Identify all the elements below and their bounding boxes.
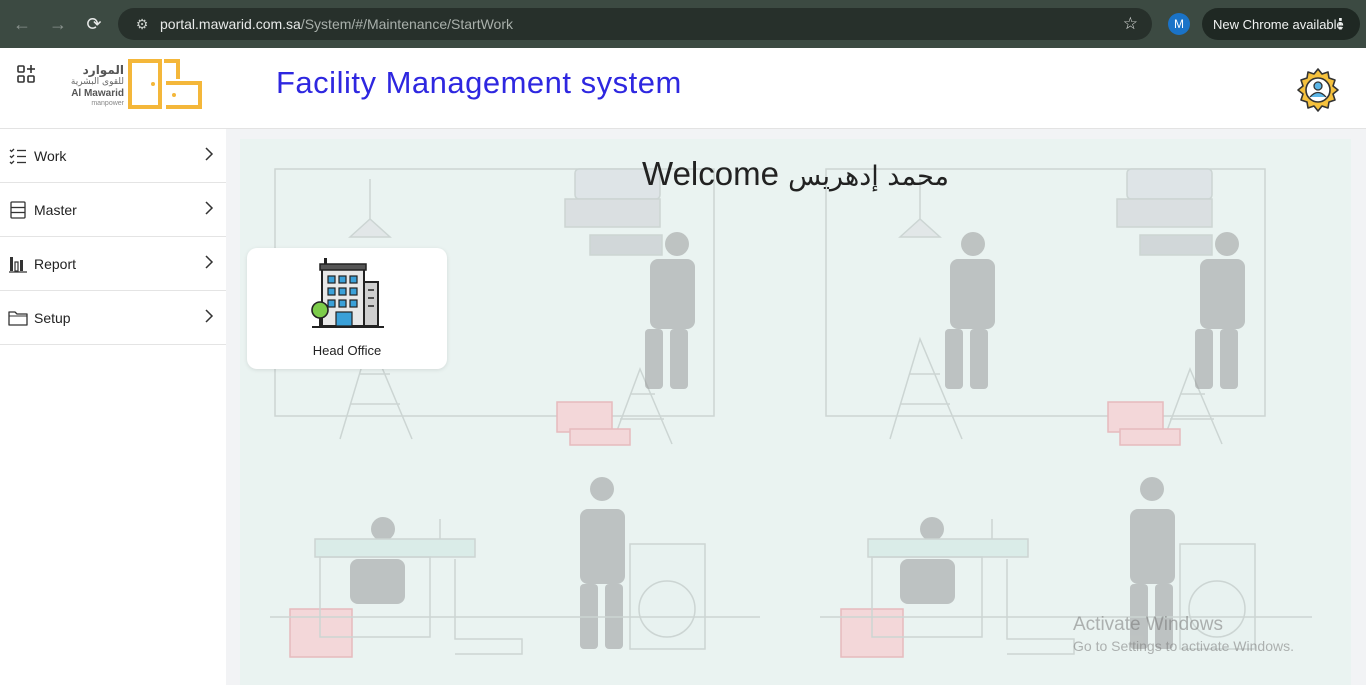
url-text[interactable]: portal.mawarid.com.sa/System/#/Maintenan… (160, 16, 513, 32)
sidebar-item-work[interactable]: Work (0, 129, 226, 183)
forward-arrow-icon[interactable]: → (44, 10, 72, 38)
profile-avatar[interactable]: M (1168, 13, 1190, 35)
welcome-heading: Welcome محمد إدهريس (642, 155, 949, 192)
site-info-icon[interactable]: ⚙ (128, 16, 156, 33)
chevron-right-icon (205, 255, 214, 269)
page-title: Facility Management system (276, 65, 682, 100)
app-header: الموارد للقوى البشرية Al Mawarid manpowe… (0, 48, 1366, 129)
chevron-right-icon (205, 309, 214, 323)
address-bar[interactable]: ⚙ portal.mawarid.com.sa/System/#/Mainten… (118, 8, 1152, 40)
chevron-right-icon (205, 147, 214, 161)
sidebar-item-report[interactable]: Report (0, 237, 226, 291)
location-card-label: Head Office (312, 343, 382, 358)
sidebar-item-label: Work (34, 147, 67, 164)
logo-arabic-subtitle: للقوى البشرية (70, 77, 124, 87)
bar-chart-icon (9, 256, 27, 273)
user-name: محمد إدهريس (788, 161, 949, 192)
logo-english-name: Al Mawarid (71, 88, 124, 99)
more-menu-icon[interactable]: ⋮ (1333, 15, 1348, 33)
sidebar-item-setup[interactable]: Setup (0, 291, 226, 345)
main-content: Welcome محمد إدهريس Head Office (240, 139, 1351, 685)
logo-arabic-name: الموارد (82, 63, 124, 77)
chevron-right-icon (205, 201, 214, 215)
reload-icon[interactable]: ⟳ (80, 10, 108, 38)
back-arrow-icon[interactable]: ← (8, 10, 36, 38)
browser-toolbar: ← → ⟳ ⚙ portal.mawarid.com.sa/System/#/M… (0, 0, 1366, 48)
location-card-head-office[interactable]: Head Office (247, 248, 447, 369)
windows-activation-watermark: Activate Windows Go to Settings to activ… (1073, 614, 1294, 654)
sidebar-item-master[interactable]: Master (0, 183, 226, 237)
logo-english-subtitle: manpower (91, 100, 124, 107)
sidebar-item-label: Master (34, 201, 77, 218)
bookmark-star-icon[interactable]: ☆ (1123, 14, 1138, 34)
maintenance-background-illustration (270, 168, 1312, 658)
sidebar-nav: Work Master Report Setup (0, 129, 226, 685)
sidebar-item-label: Setup (34, 309, 71, 326)
company-logo: الموارد للقوى البشرية Al Mawarid manpowe… (62, 57, 204, 111)
folder-icon (8, 310, 28, 326)
user-settings-icon[interactable] (1294, 66, 1342, 114)
office-building-icon (311, 258, 384, 328)
server-icon (10, 200, 26, 219)
logo-door-mark-icon (128, 59, 202, 109)
chrome-update-button[interactable]: New Chrome available ⋮ (1202, 8, 1360, 40)
checklist-icon (9, 148, 26, 164)
apps-grid-icon[interactable] (16, 64, 38, 86)
sidebar-item-label: Report (34, 255, 77, 272)
